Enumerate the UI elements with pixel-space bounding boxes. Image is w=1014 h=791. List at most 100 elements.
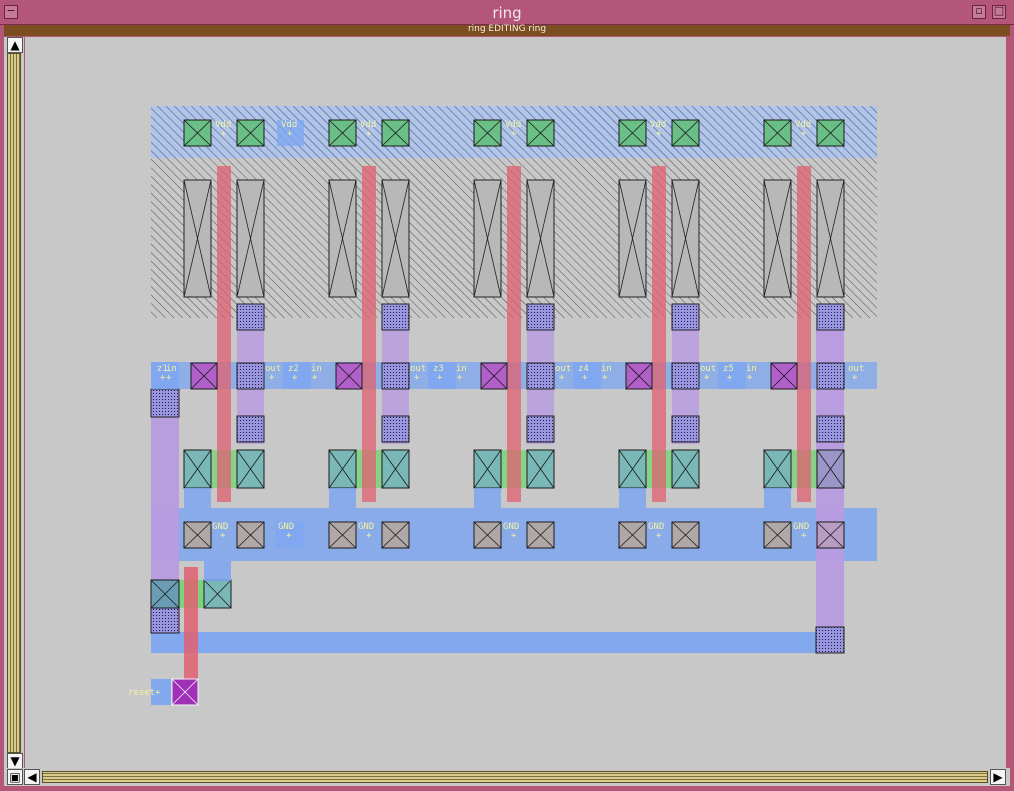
stage-3-gnd-stub[interactable] xyxy=(474,488,501,508)
stage-4-vdd-contact-left[interactable] xyxy=(618,119,647,147)
arrow-right-icon: ▶ xyxy=(993,770,1003,784)
stage-3-gnd-contact-right[interactable] xyxy=(526,521,555,549)
stage-1-via-bottom[interactable] xyxy=(236,415,265,443)
stage-1-nmos-left[interactable] xyxy=(183,449,212,489)
window-titlebar[interactable]: − ring ▫ □ xyxy=(0,0,1014,25)
left-via-top[interactable] xyxy=(150,388,180,418)
stage-5-gnd-contact-overlay[interactable] xyxy=(816,521,845,549)
stage-3-via-mid[interactable] xyxy=(526,362,555,390)
stage-2-vdd-contact-left[interactable] xyxy=(328,119,357,147)
stage-2-gnd-contact-right[interactable] xyxy=(381,521,410,549)
stage-2-poly-gate[interactable] xyxy=(362,166,376,502)
stage-5-via-bottom[interactable] xyxy=(816,415,845,443)
layout-canvas[interactable]: Vdd + Vdd + Vdd + Vdd + Vdd + Vdd + GND + GND + GND + GND +… xyxy=(25,37,1006,768)
stage-1-gnd-contact-left[interactable] xyxy=(183,521,212,549)
stage-5-gnd-contact-left[interactable] xyxy=(763,521,792,549)
stage-5-poly-contact[interactable] xyxy=(770,362,798,390)
stage-4-gnd-contact-right[interactable] xyxy=(671,521,700,549)
gnd-plus-1: + xyxy=(286,531,292,541)
stage-1-vdd-contact-left[interactable] xyxy=(183,119,212,147)
stage-4-gnd-stub[interactable] xyxy=(619,488,646,508)
stage-5-via-mid[interactable] xyxy=(816,362,845,390)
reset-nmos-right[interactable] xyxy=(203,579,232,609)
stage-5-vdd-contact-right[interactable] xyxy=(816,119,845,147)
stage-2-gnd-contact-left[interactable] xyxy=(328,521,357,549)
stage-3-nmos-right[interactable] xyxy=(526,449,555,489)
ring-oscillator-layout[interactable]: Vdd+Vdd+Vdd+Vdd+Vdd+Vdd+GND+GND+GND+GND+… xyxy=(25,37,1006,768)
stage-1-via-top[interactable] xyxy=(236,303,265,331)
reset-bus-metal[interactable] xyxy=(151,632,843,653)
stage-1-gnd-contact-right[interactable] xyxy=(236,521,265,549)
stage-1-gnd-stub[interactable] xyxy=(184,488,211,508)
stage-4-via-mid[interactable] xyxy=(671,362,700,390)
vertical-scroll-thumb[interactable] xyxy=(7,53,21,753)
stage-3-poly-gate[interactable] xyxy=(507,166,521,502)
stage-4-pmos-left[interactable] xyxy=(618,179,647,298)
gnd-plus-5: + xyxy=(801,531,807,541)
stage-2-via-mid[interactable] xyxy=(381,362,410,390)
reset-nmos-left[interactable] xyxy=(150,579,180,609)
stage-4-vdd-contact-right[interactable] xyxy=(671,119,700,147)
stage-5-nmos-left[interactable] xyxy=(763,449,792,489)
stage-4-nmos-left[interactable] xyxy=(618,449,647,489)
stage-3-poly-contact[interactable] xyxy=(480,362,508,390)
stage-2-nmos-right[interactable] xyxy=(381,449,410,489)
arrow-up-icon: ▲ xyxy=(10,38,20,52)
stage-3-vdd-contact-left[interactable] xyxy=(473,119,502,147)
stage-2-pmos-right[interactable] xyxy=(381,179,410,298)
stage-3-nmos-left[interactable] xyxy=(473,449,502,489)
stage-1-pmos-right[interactable] xyxy=(236,179,265,298)
stage-2-pmos-left[interactable] xyxy=(328,179,357,298)
stage-2-via-bottom[interactable] xyxy=(381,415,410,443)
stage-4-gnd-contact-left[interactable] xyxy=(618,521,647,549)
stage-1-via-mid[interactable] xyxy=(236,362,265,390)
stage-4-via-bottom[interactable] xyxy=(671,415,700,443)
scroll-up-button[interactable]: ▲ xyxy=(7,37,23,53)
minimize-button[interactable]: ▫ xyxy=(972,4,986,19)
stage-4-poly-gate[interactable] xyxy=(652,166,666,502)
reset-poly-contact[interactable] xyxy=(171,678,199,706)
stage-3-via-top[interactable] xyxy=(526,303,555,331)
stage-5-vdd-contact-left[interactable] xyxy=(763,119,792,147)
scroll-corner-button[interactable]: ▣ xyxy=(7,769,23,785)
scroll-down-button[interactable]: ▼ xyxy=(7,753,23,769)
in-plus-0: + xyxy=(312,373,318,383)
left-via-bottom[interactable] xyxy=(150,606,180,634)
stage-1-poly-contact[interactable] xyxy=(190,362,218,390)
stage-5-nmos-overlay[interactable] xyxy=(816,449,845,489)
stage-5-pmos-left[interactable] xyxy=(763,179,792,298)
scroll-right-button[interactable]: ▶ xyxy=(990,769,1006,785)
vdd-plus-5: + xyxy=(801,129,807,139)
reset-poly-gate[interactable] xyxy=(184,567,198,679)
reset-plus: + xyxy=(155,688,161,698)
out-plus-3: + xyxy=(704,373,710,383)
stage-5-pmos-right[interactable] xyxy=(816,179,845,298)
stage-4-via-top[interactable] xyxy=(671,303,700,331)
stage-3-vdd-contact-right[interactable] xyxy=(526,119,555,147)
stage-2-gnd-stub[interactable] xyxy=(329,488,356,508)
stage-5-gnd-stub[interactable] xyxy=(764,488,791,508)
stage-3-pmos-right[interactable] xyxy=(526,179,555,298)
stage-1-nmos-right[interactable] xyxy=(236,449,265,489)
stage-1-poly-gate[interactable] xyxy=(217,166,231,502)
right-via-bottom[interactable] xyxy=(815,626,845,654)
stage-2-nmos-left[interactable] xyxy=(328,449,357,489)
stage-3-gnd-contact-left[interactable] xyxy=(473,521,502,549)
stage-5-poly-gate[interactable] xyxy=(797,166,811,502)
gnd-plus-4: + xyxy=(656,531,662,541)
stage-1-vdd-contact-right[interactable] xyxy=(236,119,265,147)
reset-gnd-stub[interactable] xyxy=(204,561,231,581)
stage-4-poly-contact[interactable] xyxy=(625,362,653,390)
stage-2-poly-contact[interactable] xyxy=(335,362,363,390)
horizontal-scroll-thumb[interactable] xyxy=(42,771,988,783)
stage-2-via-top[interactable] xyxy=(381,303,410,331)
stage-5-via-top[interactable] xyxy=(816,303,845,331)
stage-3-via-bottom[interactable] xyxy=(526,415,555,443)
stage-4-nmos-right[interactable] xyxy=(671,449,700,489)
scroll-left-button[interactable]: ◀ xyxy=(24,769,40,785)
stage-3-pmos-left[interactable] xyxy=(473,179,502,298)
stage-2-vdd-contact-right[interactable] xyxy=(381,119,410,147)
stage-4-pmos-right[interactable] xyxy=(671,179,700,298)
maximize-button[interactable]: □ xyxy=(992,4,1006,19)
stage-1-pmos-left[interactable] xyxy=(183,179,212,298)
